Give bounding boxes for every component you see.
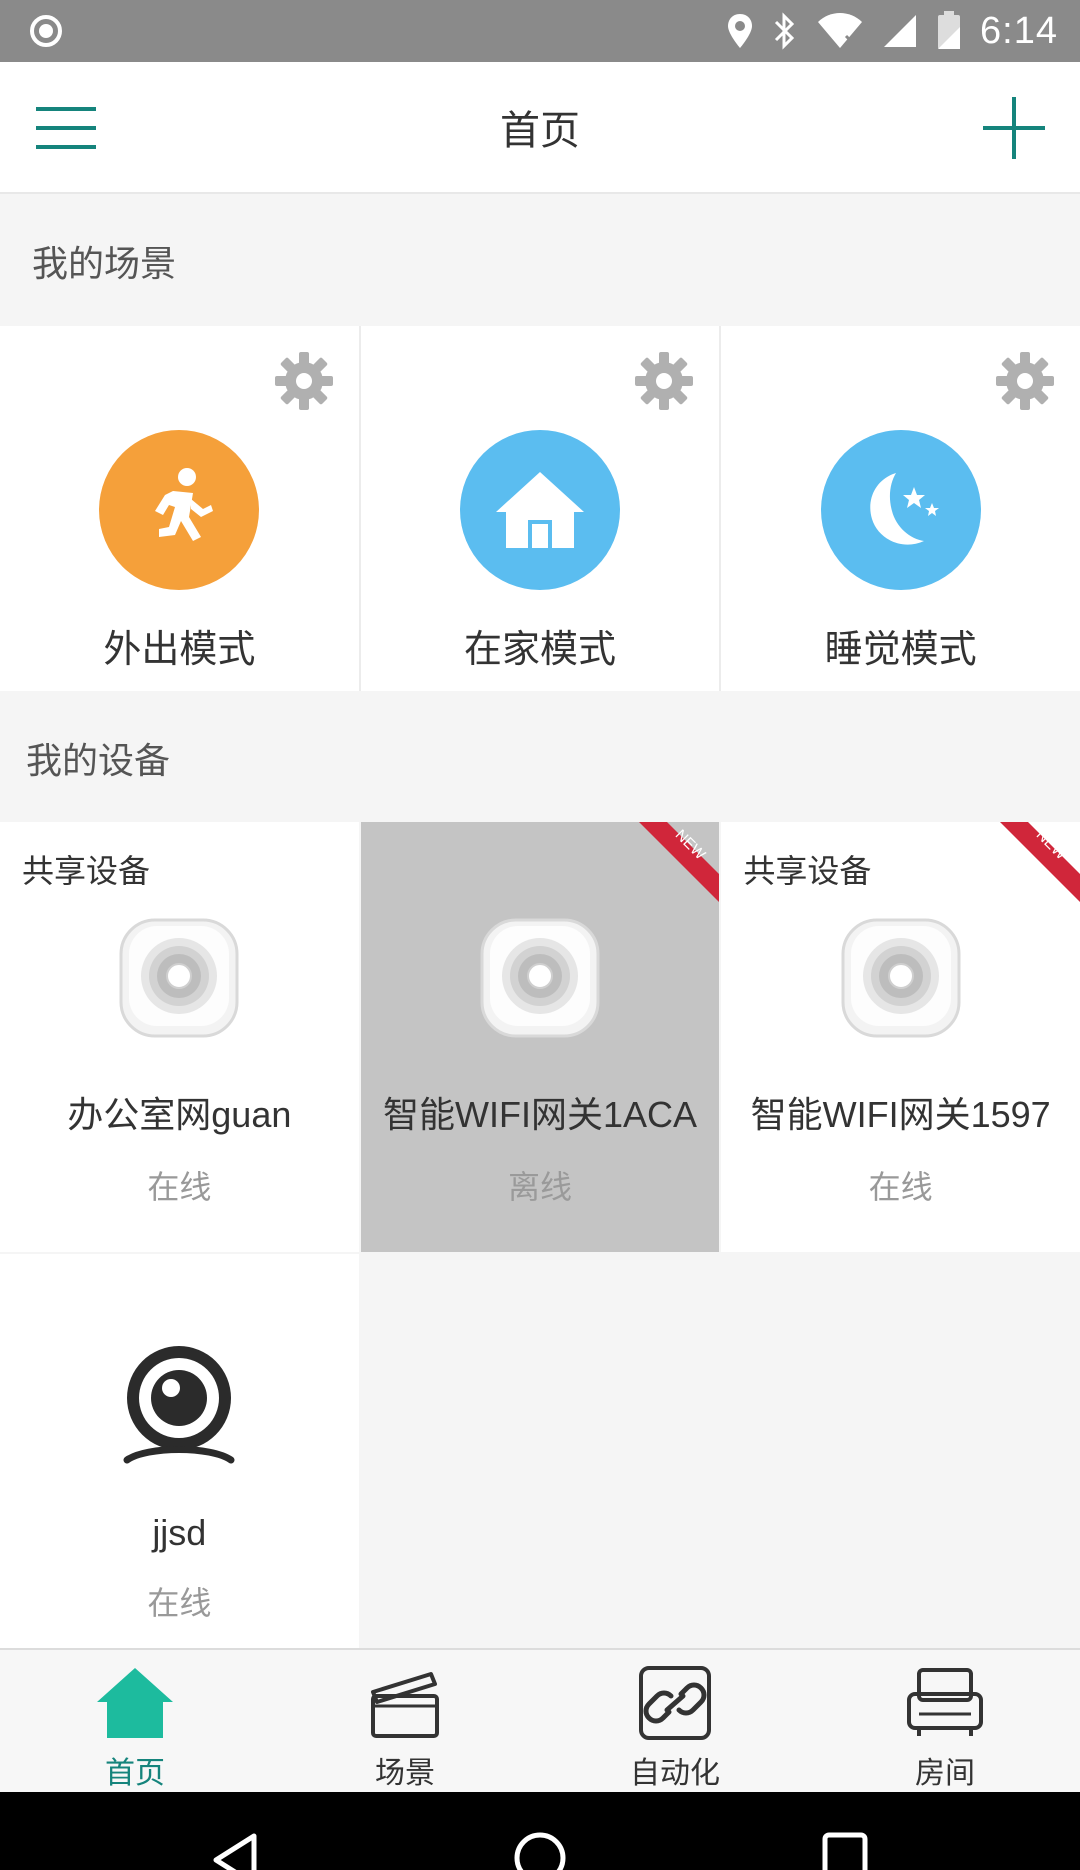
recents-icon[interactable] — [820, 1830, 870, 1870]
signal-icon — [884, 15, 917, 47]
scene-grid: 外出模式 在家模式 睡觉模式 — [0, 326, 1080, 691]
bluetooth-icon — [774, 12, 795, 50]
device-name: 办公室网guan — [67, 1094, 292, 1135]
nav-label: 自动化 — [630, 1756, 720, 1791]
system-nav-bar — [0, 1792, 1080, 1870]
device-status: 在线 — [147, 1584, 212, 1622]
scene-label: 睡觉模式 — [824, 627, 977, 671]
home-circle-icon[interactable] — [512, 1830, 568, 1870]
gear-icon[interactable] — [633, 350, 695, 412]
nav-item-automation[interactable]: 自动化 — [540, 1650, 810, 1792]
running-person-icon — [155, 468, 214, 541]
scene-card-away[interactable]: 外出模式 — [0, 326, 359, 691]
gateway-device-image — [480, 918, 600, 1038]
shared-device-tag: 共享设备 — [743, 852, 872, 890]
menu-button[interactable] — [26, 96, 106, 160]
scene-icon-sleep — [820, 430, 981, 590]
device-card[interactable]: 共享设备 NEW 智能WIFI网关1597 在线 — [721, 822, 1080, 1252]
battery-icon — [938, 11, 961, 49]
scene-card-sleep[interactable]: 睡觉模式 — [721, 326, 1080, 691]
scene-label: 外出模式 — [103, 627, 256, 671]
scene-label: 在家模式 — [464, 627, 617, 671]
devices-section-title: 我的设备 — [26, 741, 171, 782]
camera-device-image — [123, 1346, 235, 1464]
sofa-icon — [907, 1668, 983, 1736]
gateway-device-image — [841, 918, 961, 1038]
new-badge: NEW — [639, 822, 720, 902]
device-name: 智能WIFI网关1ACA — [382, 1094, 698, 1135]
nav-label: 房间 — [915, 1756, 975, 1791]
device-card[interactable]: 共享设备 办公室网guan 在线 — [0, 822, 359, 1252]
gear-icon[interactable] — [994, 350, 1056, 412]
home-icon — [97, 1668, 173, 1738]
scene-icon-away — [99, 430, 260, 590]
bottom-nav: 首页 场景 自动化 房间 — [0, 1648, 1080, 1792]
gear-icon[interactable] — [273, 350, 335, 412]
scenes-section-title: 我的场景 — [32, 244, 177, 285]
empty-area — [360, 1254, 1080, 1650]
status-time: 6:14 — [980, 9, 1058, 52]
wifi-icon — [818, 13, 863, 48]
device-status: 在线 — [147, 1168, 212, 1206]
shared-device-tag: 共享设备 — [22, 852, 151, 890]
device-name: jjsd — [152, 1512, 207, 1553]
moon-stars-icon — [869, 473, 939, 545]
scene-icon-home — [460, 430, 620, 590]
link-icon — [639, 1666, 711, 1740]
nav-label: 场景 — [375, 1756, 435, 1791]
add-button[interactable] — [974, 92, 1054, 164]
nav-label: 首页 — [105, 1756, 165, 1791]
nav-item-home[interactable]: 首页 — [0, 1650, 270, 1792]
record-icon — [30, 15, 62, 47]
scene-card-home[interactable]: 在家模式 — [360, 326, 720, 691]
nav-item-rooms[interactable]: 房间 — [810, 1650, 1080, 1792]
location-icon — [728, 14, 753, 48]
house-icon — [496, 472, 584, 548]
plus-icon — [983, 97, 1045, 159]
device-grid: 共享设备 办公室网guan 在线 NEW 智能WIFI网关1ACA 离线 共享设… — [0, 822, 1080, 1652]
device-card[interactable]: jjsd 在线 — [0, 1254, 359, 1650]
page-title: 首页 — [500, 108, 580, 154]
app-bar: 首页 — [0, 62, 1080, 194]
back-icon[interactable] — [210, 1830, 260, 1870]
menu-icon — [36, 107, 96, 149]
nav-item-scenes[interactable]: 场景 — [270, 1650, 540, 1792]
status-bar: 6:14 — [0, 0, 1080, 62]
clapperboard-icon — [371, 1672, 439, 1738]
gateway-device-image — [119, 918, 239, 1038]
device-status: 在线 — [868, 1168, 933, 1206]
device-card[interactable]: NEW 智能WIFI网关1ACA 离线 — [360, 822, 720, 1252]
new-badge: NEW — [1000, 822, 1080, 902]
device-name: 智能WIFI网关1597 — [750, 1094, 1051, 1135]
device-status: 离线 — [508, 1168, 573, 1206]
